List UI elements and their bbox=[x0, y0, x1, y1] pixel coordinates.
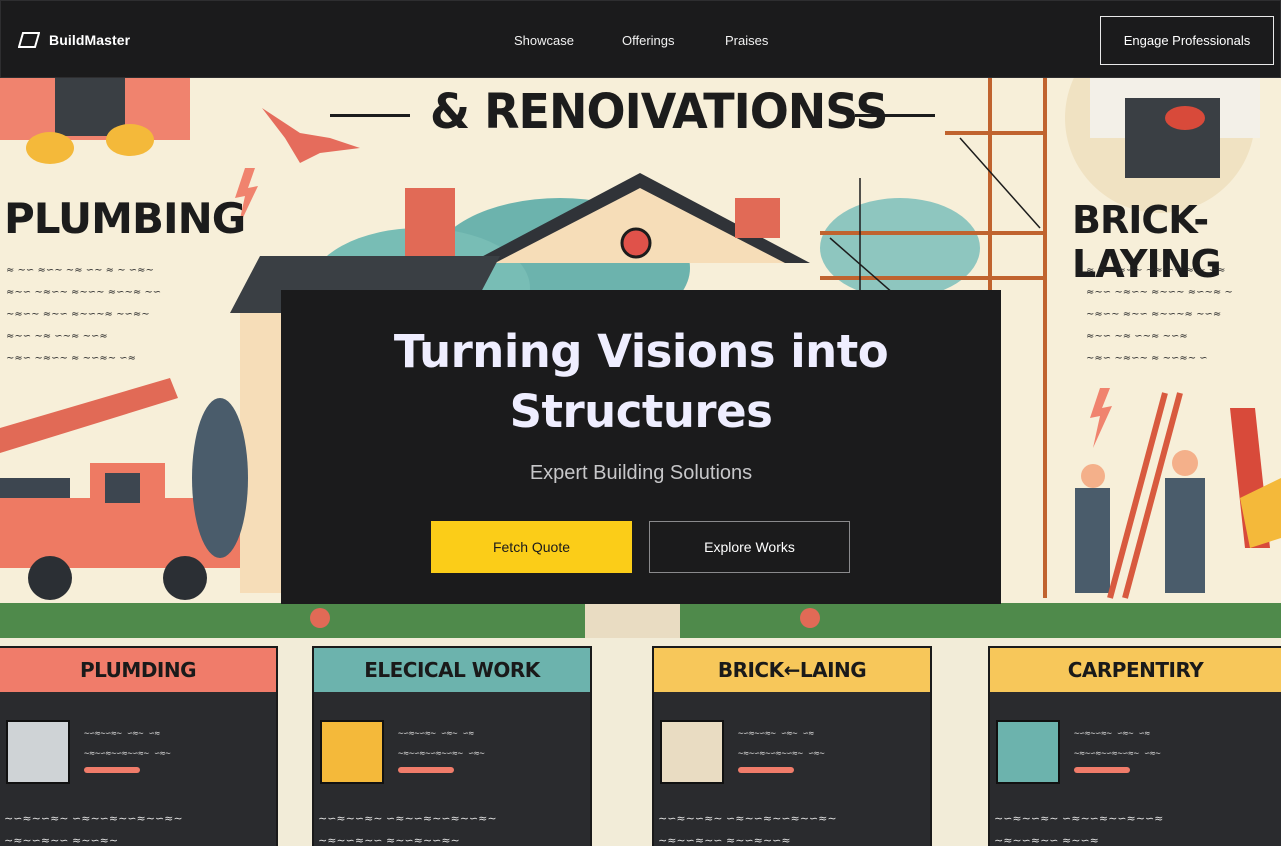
illustration-scribble-right: ≈ ∼∽ ≈∽∼ ∼≈ ∽∼ ≈ ∼ ∽≈ ≈∼∽ ∼≈∽∼ ≈∼∽∼ ≈∽∼≈… bbox=[1086, 265, 1233, 364]
fetch-quote-button[interactable]: Fetch Quote bbox=[431, 521, 632, 573]
illustration-card-carpentry: CARPENTIRY ∼∽≈∼∽≈∼ ∽≈∼ ∽≈ ∼≈∼∽≈∼∽≈∼∽≈∼ ∽… bbox=[988, 646, 1281, 846]
worker-avatar bbox=[660, 720, 724, 784]
hero-headline-line-2: Structures bbox=[509, 385, 773, 438]
card-description: ∼∽≈∼∽≈∼ ∽≈∼∽≈∼∽≈∼∽≈ ∼≈∼∽≈∼∽ ≈∼∽≈ bbox=[994, 812, 1164, 846]
explore-works-button[interactable]: Explore Works bbox=[649, 521, 850, 573]
nav-link-praises[interactable]: Praises bbox=[725, 33, 768, 48]
worker-avatar bbox=[6, 720, 70, 784]
hero-overlay-panel: Turning Visions into Structures Expert B… bbox=[281, 290, 1001, 604]
card-meta: ∼∽≈∼∽≈∼ ∽≈∼ ∽≈ ∼≈∼∽≈∼∽≈∼∽≈∼ ∽≈∼ bbox=[738, 729, 825, 759]
card-meta: ∼∽≈∼∽≈∼ ∽≈∼ ∽≈ ∼≈∼∽≈∼∽≈∼∽≈∼ ∽≈∼ bbox=[398, 729, 485, 759]
illustration-card-electrical: ELECICAL WORK ∼∽≈∼∽≈∼ ∽≈∼ ∽≈ ∼≈∼∽≈∼∽≈∼∽≈… bbox=[312, 646, 592, 846]
card-bar bbox=[1074, 767, 1130, 773]
card-bar bbox=[398, 767, 454, 773]
card-bar bbox=[84, 767, 140, 773]
illustration-plumbing-title: PLUMBING bbox=[4, 194, 246, 243]
logo-icon bbox=[18, 32, 40, 48]
worker-avatar bbox=[996, 720, 1060, 784]
card-description: ∼∽≈∼∽≈∼ ∽≈∼∽≈∼∽≈∼∽≈∼ ∼≈∼∽≈∼∽ ≈∼∽≈∼ bbox=[4, 812, 183, 846]
card-bar bbox=[738, 767, 794, 773]
card-description: ∼∽≈∼∽≈∼ ∽≈∼∽≈∼∽≈∼∽≈∼ ∼≈∼∽≈∼∽ ≈∼∽≈∼∽≈ bbox=[658, 812, 837, 846]
hero-headline: Turning Visions into Structures bbox=[281, 322, 1001, 442]
illustration-card-bricklaying: BRICK←LAING ∼∽≈∼∽≈∼ ∽≈∼ ∽≈ ∼≈∼∽≈∼∽≈∼∽≈∼ … bbox=[652, 646, 932, 846]
worker-avatar bbox=[320, 720, 384, 784]
card-caption: PLUMDING bbox=[0, 648, 276, 692]
nav-links: Showcase Offerings Praises bbox=[1, 1, 1281, 79]
brand[interactable]: BuildMaster bbox=[18, 1, 130, 79]
card-description: ∼∽≈∼∽≈∼ ∽≈∼∽≈∼∽≈∼∽≈∼ ∼≈∼∽≈∼∽ ≈∼∽≈∼∽≈∼ bbox=[318, 812, 497, 846]
brand-name: BuildMaster bbox=[49, 32, 131, 48]
illustration-card-plumbing: PLUMDING ∼∽≈∼∽≈∼ ∽≈∼ ∽≈ ∼≈∼∽≈∼∽≈∼∽≈∼ ∽≈∼… bbox=[0, 646, 278, 846]
card-caption: ELECICAL WORK bbox=[314, 648, 590, 692]
nav-link-offerings[interactable]: Offerings bbox=[622, 33, 675, 48]
illustration-scribble-left: ≈ ∼∽ ≈∽∼ ∼≈ ∽∼ ≈ ∼ ∽≈∼ ≈∼∽ ∼≈∽∼ ≈∼∽∼ ≈∽∼… bbox=[6, 265, 162, 364]
hero-headline-line-1: Turning Visions into bbox=[393, 325, 889, 378]
top-navigation: BuildMaster Showcase Offerings Praises E… bbox=[0, 0, 1281, 78]
card-meta: ∼∽≈∼∽≈∼ ∽≈∼ ∽≈ ∼≈∼∽≈∼∽≈∼∽≈∼ ∽≈∼ bbox=[84, 729, 171, 759]
card-caption: CARPENTIRY bbox=[990, 648, 1281, 692]
nav-link-showcase[interactable]: Showcase bbox=[514, 33, 574, 48]
card-caption: BRICK←LAING bbox=[654, 648, 930, 692]
hero-subheading: Expert Building Solutions bbox=[529, 462, 753, 484]
card-meta: ∼∽≈∼∽≈∼ ∽≈∼ ∽≈ ∼≈∼∽≈∼∽≈∼∽≈∼ ∽≈∼ bbox=[1074, 729, 1161, 759]
illustration-banner-title: & RENOIVATIONSS bbox=[430, 82, 888, 140]
engage-professionals-button[interactable]: Engage Professionals bbox=[1100, 16, 1274, 65]
